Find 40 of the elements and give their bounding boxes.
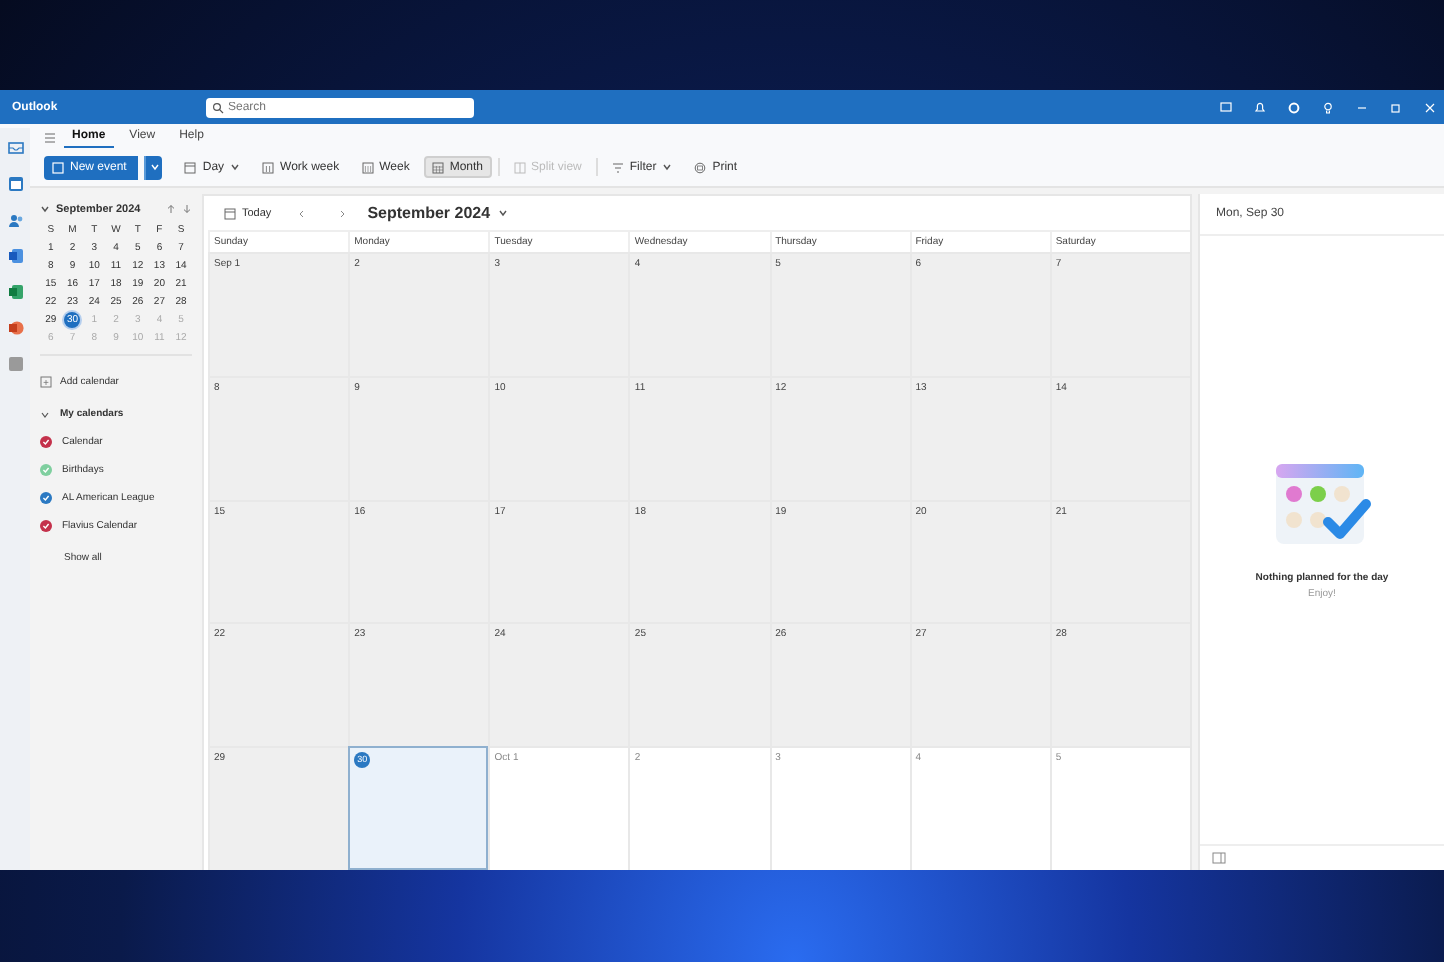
checkmark-icon	[42, 522, 50, 530]
spreadsheet-app-icon[interactable]	[7, 284, 23, 300]
bell-icon[interactable]	[1254, 101, 1266, 113]
restore-icon[interactable]	[1390, 101, 1402, 113]
minimize-icon[interactable]	[1356, 101, 1368, 113]
checkmark-icon	[42, 438, 50, 446]
people-icon[interactable]	[7, 212, 23, 228]
chevron-down-icon	[40, 204, 50, 214]
month-title[interactable]: September 2024	[367, 204, 491, 222]
mail-icon[interactable]	[7, 140, 23, 156]
calendar-icon	[224, 207, 236, 219]
checkmark-icon	[42, 466, 50, 474]
checked-checkbox[interactable]	[40, 436, 52, 448]
chevron-down-icon[interactable]	[40, 409, 50, 419]
panel-toggle-icon[interactable]	[1212, 852, 1226, 864]
checked-checkbox[interactable]	[40, 464, 52, 476]
apps-icon[interactable]	[7, 356, 23, 372]
checkmark-icon	[42, 494, 50, 502]
slides-app-icon[interactable]	[7, 320, 23, 336]
close-icon[interactable]	[1424, 101, 1436, 113]
checked-checkbox[interactable]	[40, 520, 52, 532]
search-icon	[212, 101, 224, 113]
calendar-day-icon	[184, 161, 197, 173]
new-event-dropdown[interactable]	[144, 155, 163, 179]
calendar-add-icon	[52, 161, 64, 173]
chevron-down-icon	[498, 208, 509, 218]
chevron-down-icon	[149, 162, 160, 172]
printer-icon	[694, 161, 707, 173]
calendar-workweek-icon	[262, 161, 275, 173]
calendar-grid-icon	[431, 161, 444, 173]
calendar-add-icon[interactable]	[40, 376, 52, 388]
filter-icon	[611, 161, 624, 173]
checked-checkbox[interactable]	[40, 492, 52, 504]
document-app-icon[interactable]	[7, 248, 23, 264]
calendar-icon[interactable]	[7, 176, 23, 192]
chevron-down-icon	[662, 162, 673, 172]
calendar-week-icon	[361, 161, 374, 173]
chevron-down-icon	[230, 162, 241, 172]
lightbulb-icon[interactable]	[1322, 101, 1334, 113]
split-view-icon	[513, 161, 526, 173]
